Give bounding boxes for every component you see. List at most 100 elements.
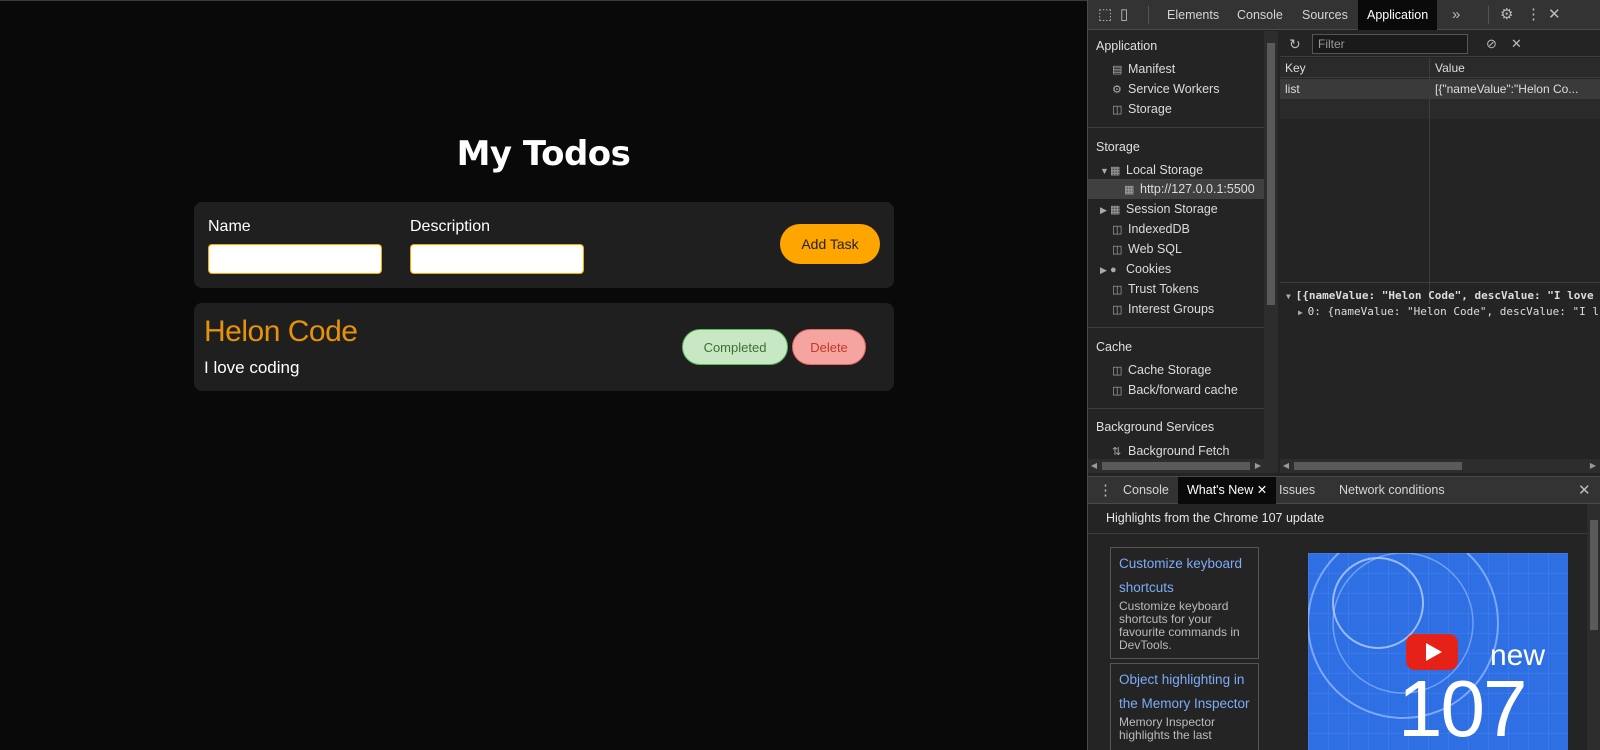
drawer-tab-issues[interactable]: Issues	[1270, 477, 1324, 504]
tab-elements[interactable]: Elements	[1158, 0, 1228, 30]
sidebar-item-web-sql[interactable]: ◫ Web SQL	[1112, 239, 1182, 259]
sidebar-item-session-storage[interactable]: ▶ ▦ Session Storage	[1100, 199, 1218, 219]
scroll-left-icon[interactable]: ◀	[1280, 459, 1292, 473]
database-icon: ◫	[1112, 244, 1123, 256]
sidebar-item-local-storage[interactable]: ▼▦ Local Storage	[1100, 160, 1203, 180]
description-input[interactable]	[410, 244, 584, 274]
drawer-tab-console[interactable]: Console	[1114, 477, 1178, 504]
database-icon: ◫	[1112, 365, 1123, 377]
preview-root[interactable]: ▼ [{nameValue: "Helon Code", descValue: …	[1286, 289, 1594, 302]
database-icon: ◫	[1112, 385, 1123, 397]
todo-page: My Todos Name Description Add Task Helon…	[0, 0, 1087, 750]
table-grid-icon: ▦	[1110, 204, 1121, 216]
sidebar-vertical-scrollbar[interactable]	[1264, 31, 1278, 459]
storage-horizontal-scrollbar[interactable]: ◀ ▶	[1280, 459, 1600, 473]
card-title-link[interactable]: Object highlighting in the Memory Inspec…	[1119, 668, 1250, 716]
preview-item[interactable]: ▶ 0: {nameValue: "Helon Code", descValue…	[1298, 305, 1599, 318]
sidebar-item-cookies[interactable]: ▶ ● Cookies	[1100, 259, 1171, 279]
scrollbar-thumb[interactable]	[1294, 462, 1462, 470]
application-sidebar: Application ▤ Manifest ⚙ Service Workers ◫…	[1088, 31, 1264, 459]
close-tab-icon[interactable]: ✕	[1257, 483, 1267, 497]
sidebar-item-local-storage-origin[interactable]: ▦ http://127.0.0.1:5500	[1088, 179, 1264, 199]
drawer-divider	[1088, 533, 1588, 534]
scroll-right-icon[interactable]: ▶	[1587, 459, 1599, 473]
drawer-menu-icon[interactable]: ⋮	[1098, 477, 1113, 504]
value-preview: ▼ [{nameValue: "Helon Code", descValue: …	[1280, 282, 1600, 446]
card-description: Memory Inspector highlights the last	[1119, 715, 1216, 742]
scroll-right-icon[interactable]: ▶	[1252, 459, 1264, 473]
sidebar-item-cache-storage[interactable]: ◫ Cache Storage	[1112, 360, 1211, 380]
clear-all-icon[interactable]: ⊘	[1486, 31, 1497, 57]
database-icon: ◫	[1112, 224, 1123, 236]
sidebar-header-storage: Storage	[1096, 140, 1140, 154]
refresh-icon[interactable]: ↻	[1289, 31, 1301, 57]
table-grid-icon: ▦	[1124, 184, 1135, 196]
key-value-table: Key Value list [{"nameValue":"Helon Co..…	[1280, 58, 1600, 304]
sidebar-horizontal-scrollbar[interactable]: ◀ ▶	[1088, 459, 1278, 473]
device-toolbar-icon[interactable]: ▯	[1120, 0, 1128, 30]
gear-icon: ⚙	[1112, 84, 1122, 96]
more-tabs-icon[interactable]: »	[1452, 0, 1460, 30]
collapsed-triangle-icon[interactable]: ▶	[1100, 260, 1110, 280]
devtools-panel: ⬚ ▯ Elements Console Sources Application…	[1087, 0, 1600, 750]
add-task-button[interactable]: Add Task	[780, 224, 880, 264]
storage-toolbar: ↻ Filter ⊘ ✕	[1280, 31, 1600, 57]
devtools-toolbar: ⬚ ▯ Elements Console Sources Application…	[1088, 0, 1600, 30]
sidebar-item-interest-groups[interactable]: ◫ Interest Groups	[1112, 299, 1214, 319]
scroll-left-icon[interactable]: ◀	[1088, 459, 1100, 473]
sidebar-item-indexeddb[interactable]: ◫ IndexedDB	[1112, 219, 1190, 239]
sidebar-divider	[1088, 127, 1264, 128]
sidebar-header-cache: Cache	[1096, 340, 1133, 354]
page-title: My Todos	[456, 134, 631, 174]
sidebar-item-trust-tokens[interactable]: ◫ Trust Tokens	[1112, 279, 1199, 299]
settings-gear-icon[interactable]: ⚙	[1500, 0, 1513, 30]
tab-application[interactable]: Application	[1358, 0, 1438, 30]
column-header-key[interactable]: Key	[1285, 58, 1306, 78]
inspect-element-icon[interactable]: ⬚	[1098, 0, 1112, 30]
collapsed-triangle-icon[interactable]: ▶	[1100, 200, 1110, 220]
card-title-link[interactable]: Customize keyboard shortcuts	[1119, 552, 1250, 600]
sidebar-item-back-forward-cache[interactable]: ◫ Back/forward cache	[1112, 380, 1238, 400]
name-label: Name	[208, 218, 251, 235]
close-drawer-icon[interactable]: ✕	[1578, 477, 1591, 504]
drawer-tab-whats-new[interactable]: What's New ✕	[1178, 477, 1277, 504]
database-icon: ◫	[1112, 104, 1123, 116]
close-devtools-icon[interactable]: ✕	[1548, 0, 1561, 30]
sidebar-item-background-fetch[interactable]: ⇅ Background Fetch	[1112, 441, 1229, 459]
scrollbar-thumb[interactable]	[1102, 462, 1250, 470]
tab-console[interactable]: Console	[1228, 0, 1292, 30]
scrollbar-thumb[interactable]	[1590, 520, 1598, 630]
table-grid-icon: ▦	[1110, 165, 1121, 177]
sidebar-item-service-workers[interactable]: ⚙ Service Workers	[1112, 79, 1219, 99]
sidebar-header-application: Application	[1096, 39, 1158, 53]
drawer-tab-network-conditions[interactable]: Network conditions	[1330, 477, 1454, 504]
scrollbar-thumb[interactable]	[1267, 43, 1275, 305]
feature-card[interactable]: Customize keyboard shortcuts Customize k…	[1110, 547, 1259, 659]
task-name: Helon Code	[204, 315, 358, 348]
expanded-triangle-icon[interactable]: ▼	[1100, 161, 1110, 181]
task-item: Helon Code I love coding Completed Delet…	[194, 303, 894, 391]
name-input[interactable]	[208, 244, 382, 274]
chrome-update-video-thumbnail[interactable]: new 107	[1308, 553, 1568, 750]
expanded-triangle-icon: ▼	[1286, 292, 1296, 301]
delete-button[interactable]: Delete	[792, 329, 866, 365]
kebab-menu-icon[interactable]: ⋮	[1526, 0, 1541, 30]
table-header: Key Value	[1280, 58, 1600, 78]
sidebar-item-manifest[interactable]: ▤ Manifest	[1112, 59, 1175, 79]
toolbar-separator	[1148, 6, 1149, 24]
column-header-value[interactable]: Value	[1435, 58, 1465, 78]
collapsed-triangle-icon: ▶	[1298, 308, 1308, 317]
drawer-tabs: ⋮ Console What's New ✕ Issues Network co…	[1088, 477, 1600, 504]
tab-sources[interactable]: Sources	[1293, 0, 1357, 30]
description-label: Description	[410, 218, 491, 235]
database-icon: ◫	[1112, 304, 1123, 316]
sidebar-item-storage[interactable]: ◫ Storage	[1112, 99, 1172, 119]
drawer-vertical-scrollbar[interactable]	[1587, 504, 1600, 750]
row-key: list	[1285, 82, 1300, 96]
delete-selected-icon[interactable]: ✕	[1511, 31, 1522, 57]
completed-button[interactable]: Completed	[682, 329, 788, 365]
filter-input[interactable]: Filter	[1312, 34, 1468, 54]
feature-card[interactable]: Object highlighting in the Memory Inspec…	[1110, 663, 1259, 750]
table-row[interactable]: list [{"nameValue":"Helon Co...	[1280, 79, 1600, 99]
add-task-form: Name Description Add Task	[194, 202, 894, 288]
